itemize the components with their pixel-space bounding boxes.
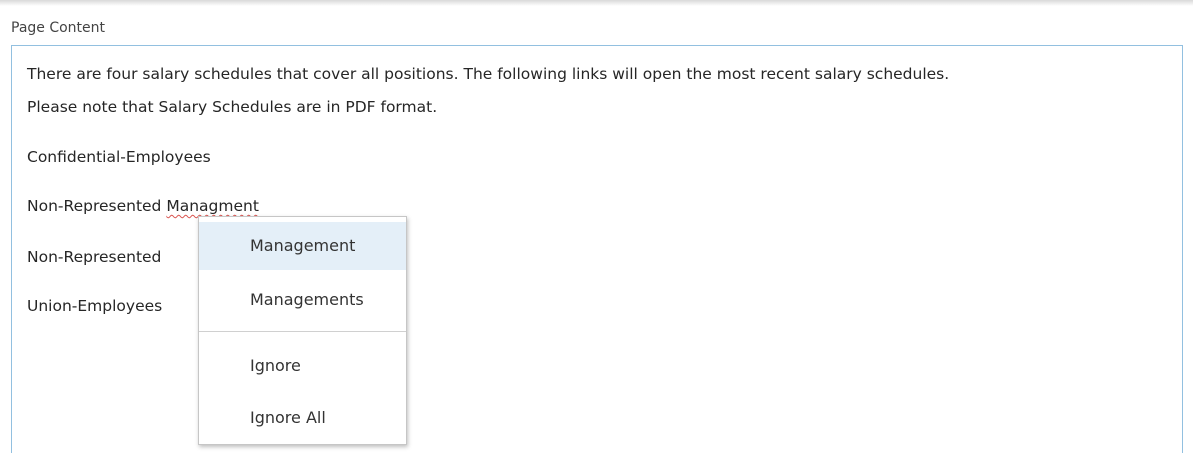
ignore-all-menu-item[interactable]: Ignore All <box>199 394 406 442</box>
link-confidential-employees[interactable]: Confidential-Employees <box>27 147 211 167</box>
link-union-employees[interactable]: Union-Employees <box>27 296 162 316</box>
page-content-editor-view: Page Content There are four salary sched… <box>0 0 1193 453</box>
misspelled-word[interactable]: Managment <box>166 197 259 215</box>
spellcheck-context-menu: Management Managements Ignore Ignore All <box>198 216 407 445</box>
ignore-menu-item[interactable]: Ignore <box>199 342 406 390</box>
intro-text-line-2: Please note that Salary Schedules are in… <box>27 98 438 116</box>
suggestion-managements[interactable]: Managements <box>199 276 406 324</box>
field-label: Page Content <box>11 20 106 36</box>
rich-text-editor[interactable]: There are four salary schedules that cov… <box>11 45 1183 453</box>
menu-separator <box>199 331 406 332</box>
link-non-represented-management[interactable]: Non-Represented Managment <box>27 196 259 216</box>
link-text-prefix: Non-Represented <box>27 197 167 215</box>
link-non-represented[interactable]: Non-Represented <box>27 247 161 267</box>
suggestion-management[interactable]: Management <box>199 222 406 270</box>
intro-text-line-1: There are four salary schedules that cov… <box>27 65 950 83</box>
top-divider <box>0 0 1193 6</box>
